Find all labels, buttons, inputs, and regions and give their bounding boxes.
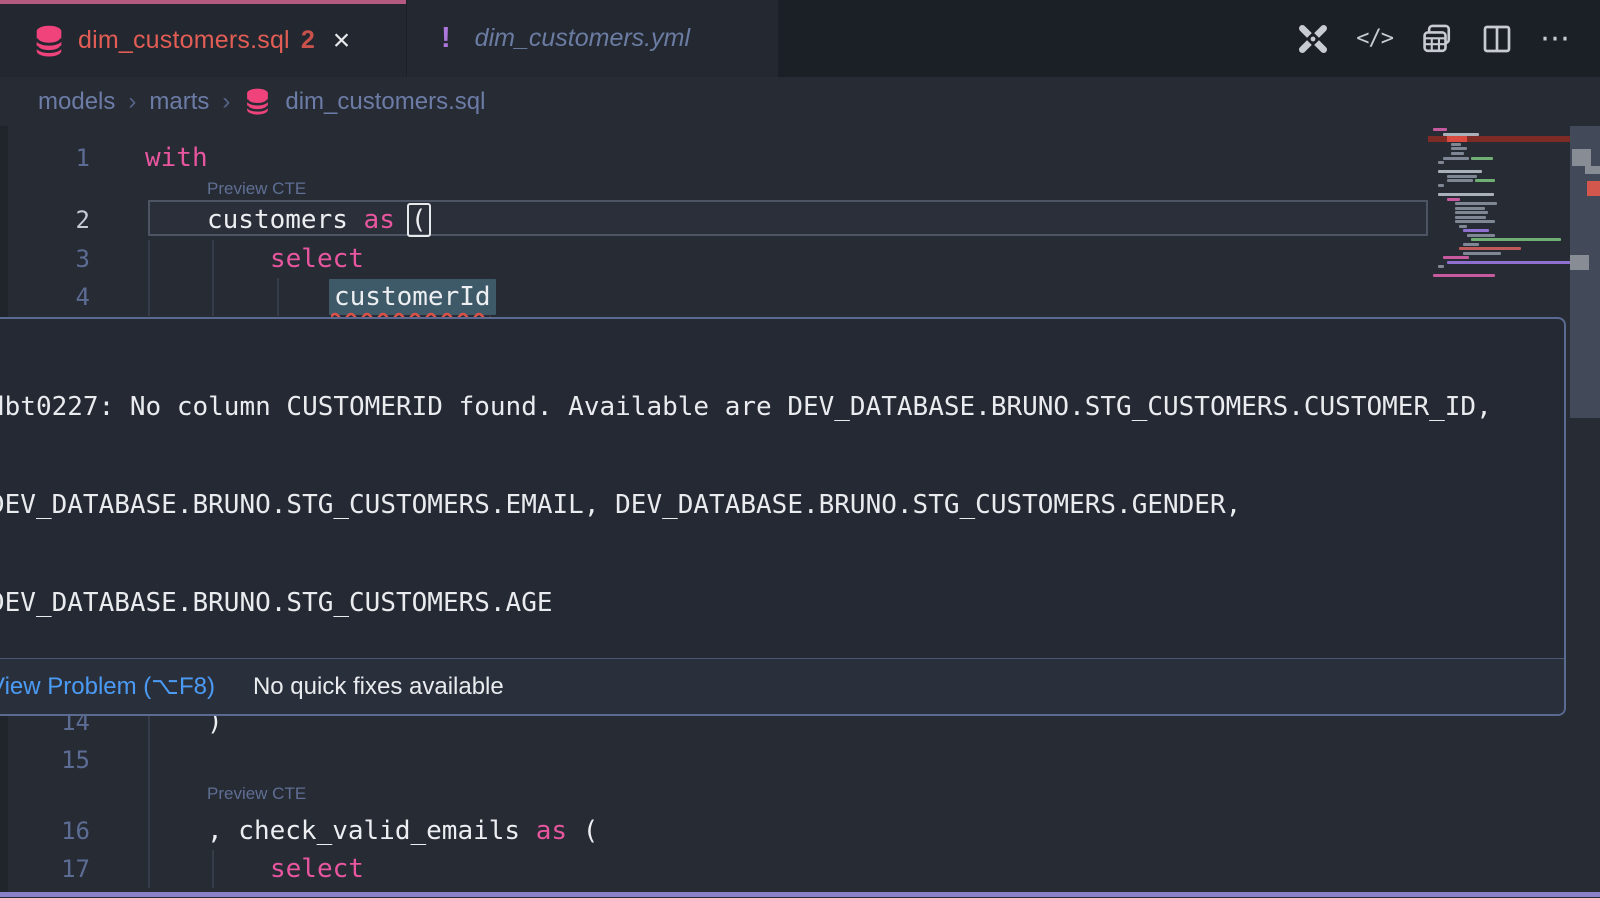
minimap-code-bar: [1443, 157, 1469, 160]
keyword-with: with: [145, 143, 208, 173]
line-number: 16: [0, 812, 90, 850]
hover-messages: dbt0227: No column CUSTOMERID found. Ava…: [0, 319, 1564, 716]
minimap-code-bar: [1463, 252, 1501, 255]
overview-ruler-mark: [1570, 255, 1589, 270]
overview-ruler-mark: [1572, 149, 1591, 166]
minimap-code-bar: [1455, 216, 1486, 219]
keyword-select: select: [270, 244, 364, 274]
minimap-code-bar: [1447, 261, 1571, 264]
minimap-code-bar: [1433, 128, 1447, 131]
view-problem-link[interactable]: View Problem (⌥F8): [0, 672, 215, 701]
tab-dim-customers-yml[interactable]: ! dim_customers.yml: [407, 0, 778, 77]
code-line-17[interactable]: 17 select: [0, 850, 1430, 888]
tab-bar: dim_customers.sql 2 × ! dim_customers.ym…: [0, 0, 1600, 77]
minimap-code-bar: [1433, 274, 1495, 277]
minimap-code-bar: [1438, 184, 1444, 187]
diagnostic-text: dbt0227: No column CUSTOMERID found. Ava…: [0, 388, 1564, 426]
minimap-code-bar: [1459, 247, 1521, 250]
chevron-right-icon: ›: [128, 88, 136, 116]
minimap-code-bar: [1455, 211, 1488, 214]
duplicate-table-icon[interactable]: [1420, 22, 1454, 56]
dbt-icon[interactable]: [1297, 23, 1329, 55]
minimap-code-bar: [1438, 265, 1444, 268]
minimap-code-bar: [1475, 179, 1495, 182]
code-text: (: [567, 816, 598, 846]
minimap-code-bar: [1438, 193, 1494, 196]
codelens-preview-cte[interactable]: Preview CTE: [207, 781, 306, 807]
no-quick-fixes-text: No quick fixes available: [253, 673, 504, 701]
code-icon[interactable]: </>: [1356, 26, 1393, 51]
minimap[interactable]: [1428, 120, 1570, 317]
minimap-code-bar: [1467, 234, 1495, 237]
editor-window: dim_customers.sql 2 × ! dim_customers.ym…: [0, 0, 1600, 898]
code-line-2[interactable]: 2 customers as (: [0, 201, 1430, 239]
breadcrumb-marts[interactable]: marts: [149, 88, 209, 116]
code-text: customers: [207, 205, 364, 235]
chevron-right-icon: ›: [222, 88, 230, 116]
diagnostic-text: DEV_DATABASE.BRUNO.STG_CUSTOMERS.AGE: [0, 584, 1564, 622]
code-line-1[interactable]: 1 with: [0, 139, 1430, 177]
warning-icon: !: [441, 22, 451, 55]
code-text: , check_valid_emails: [207, 816, 536, 846]
code-line-15[interactable]: 15: [0, 741, 1430, 779]
line-number: 15: [0, 741, 90, 779]
line-number: 4: [0, 278, 90, 316]
minimap-code-bar: [1463, 243, 1479, 246]
code-line-3[interactable]: 3 select: [0, 240, 1430, 278]
minimap-code-bar: [1471, 238, 1561, 241]
split-editor-icon[interactable]: [1481, 23, 1513, 55]
minimap-code-bar: [1447, 179, 1473, 182]
minimap-code-bar: [1451, 143, 1461, 146]
minimap-code-bar: [1463, 229, 1489, 232]
database-icon: [34, 25, 64, 57]
line-number-active: 2: [0, 201, 90, 239]
minimap-code-bar: [1447, 198, 1460, 201]
overview-ruler-error-mark: [1587, 181, 1600, 196]
more-actions-icon[interactable]: ⋯: [1540, 21, 1572, 56]
database-icon: [245, 88, 270, 115]
panel-resize-border[interactable]: [0, 892, 1600, 897]
minimap-code-bar: [1447, 175, 1477, 178]
tab-problem-badge: 2: [301, 26, 315, 55]
line-number: 1: [0, 139, 90, 177]
breadcrumb-file[interactable]: dim_customers.sql: [285, 88, 485, 116]
minimap-code-bar: [1438, 170, 1482, 173]
error-hover-popup: dbt0227: No column CUSTOMERID found. Ava…: [0, 317, 1566, 716]
code-line-4[interactable]: 4 customerId: [0, 278, 1430, 316]
minimap-code-bar: [1451, 147, 1467, 150]
keyword-as: as: [364, 205, 395, 235]
line-number: 3: [0, 240, 90, 278]
text-cursor: (: [407, 203, 431, 237]
breadcrumb-models[interactable]: models: [38, 88, 115, 116]
minimap-code-bar: [1459, 225, 1467, 228]
close-icon[interactable]: ×: [333, 26, 351, 56]
diagnostic-text: DEV_DATABASE.BRUNO.STG_CUSTOMERS.EMAIL, …: [0, 486, 1564, 524]
hover-status-bar: View Problem (⌥F8) No quick fixes availa…: [0, 658, 1564, 714]
breadcrumb: models › marts › dim_customers.sql: [38, 77, 485, 126]
tab-dim-customers-sql[interactable]: dim_customers.sql 2 ×: [0, 0, 406, 77]
code-line-16[interactable]: 16 , check_valid_emails as (: [0, 812, 1430, 850]
minimap-code-bar: [1455, 202, 1497, 205]
tab-title: dim_customers.sql: [78, 26, 290, 55]
keyword-as: as: [536, 816, 567, 846]
line-number: 17: [0, 850, 90, 888]
editor-actions: </> ⋯: [1297, 0, 1572, 77]
tab-title: dim_customers.yml: [475, 24, 690, 53]
minimap-code-bar: [1471, 157, 1493, 160]
codelens-preview-cte[interactable]: Preview CTE: [207, 176, 306, 202]
minimap-code-bar: [1455, 220, 1495, 223]
overview-ruler-mark: [1585, 166, 1600, 174]
keyword-select: select: [270, 854, 364, 884]
minimap-code-bar: [1455, 207, 1485, 210]
minimap-code-bar: [1451, 152, 1464, 155]
minimap-code-bar: [1443, 256, 1469, 259]
minimap-error-word: [1447, 136, 1467, 142]
minimap-code-bar: [1438, 161, 1444, 164]
